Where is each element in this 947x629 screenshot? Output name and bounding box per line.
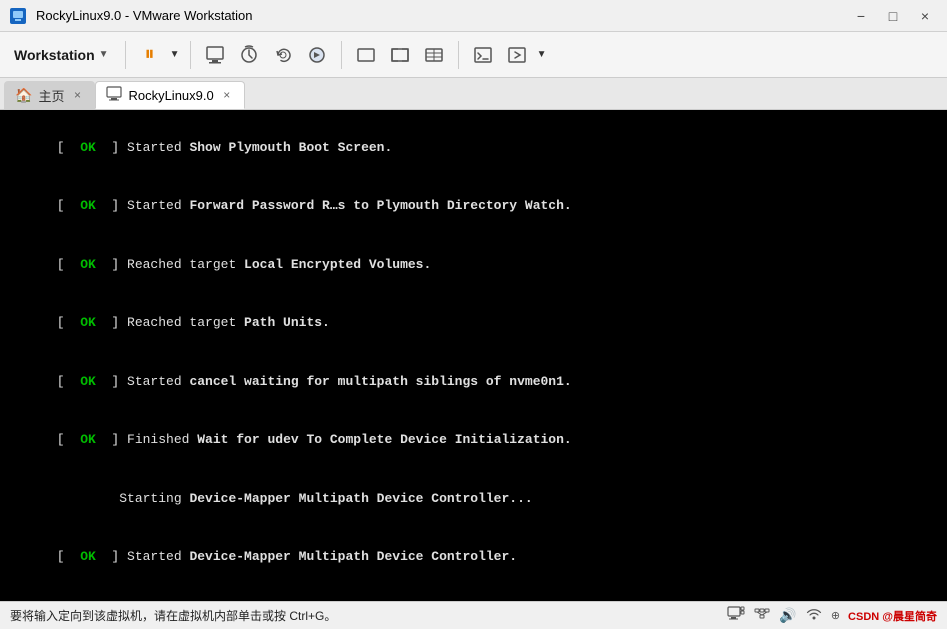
toolbar-separator-3 <box>341 41 342 69</box>
vm-container[interactable]: [ OK ] Started Show Plymouth Boot Screen… <box>0 110 947 601</box>
volume-icon: 🔊 <box>779 607 796 624</box>
vm-settings-button[interactable] <box>199 38 231 72</box>
terminal-button[interactable] <box>467 38 499 72</box>
toolbar-separator-4 <box>458 41 459 69</box>
window-view-button[interactable] <box>350 38 382 72</box>
send-button[interactable] <box>301 38 333 72</box>
snapshot-button[interactable] <box>233 38 265 72</box>
tabs-bar: 🏠 主页 × RockyLinux9.0 × <box>0 78 947 110</box>
vm-controls-group <box>199 38 333 72</box>
terminal-line: [ OK ] Finished Wait for udev To Complet… <box>10 411 937 470</box>
vm-tab-label: RockyLinux9.0 <box>128 88 213 103</box>
revert-button[interactable] <box>267 38 299 72</box>
terminal-line: [ OK ] Reached target Local Encrypted Vo… <box>10 235 937 294</box>
terminal-line: [ OK ] Started cancel waiting for multip… <box>10 352 937 411</box>
terminal-line: [ OK ] Reached target Preparation for Lo… <box>10 586 937 601</box>
pause-group: ⏸ ▼ <box>134 38 182 72</box>
expand-dropdown-button[interactable]: ▼ <box>535 38 549 72</box>
pause-dropdown-button[interactable]: ▼ <box>168 38 182 72</box>
title-bar: RockyLinux9.0 - VMware Workstation − □ × <box>0 0 947 32</box>
dropdown-arrow-icon: ▼ <box>99 49 109 60</box>
toolbar-separator-1 <box>125 41 126 69</box>
workstation-label: Workstation <box>14 47 95 63</box>
home-tab-label: 主页 <box>38 86 64 105</box>
minimize-button[interactable]: − <box>847 6 875 26</box>
vm-tab[interactable]: RockyLinux9.0 × <box>95 81 244 109</box>
home-tab-icon: 🏠 <box>15 87 32 104</box>
vm-tab-close[interactable]: × <box>220 88 234 102</box>
terminal-line: [ OK ] Reached target Path Units. <box>10 294 937 353</box>
terminal-screen[interactable]: [ OK ] Started Show Plymouth Boot Screen… <box>0 110 947 601</box>
view-controls-group <box>350 38 450 72</box>
status-icons: 🔊 ⊕ CSDN @晨星简奇 <box>727 606 937 625</box>
terminal-line: [ OK ] Started Device-Mapper Multipath D… <box>10 528 937 587</box>
terminal-line: [ OK ] Started Show Plymouth Boot Screen… <box>10 118 937 177</box>
status-bar: 要将输入定向到该虚拟机，请在虚拟机内部单击或按 Ctrl+G。 🔊 <box>0 601 947 629</box>
home-tab-close[interactable]: × <box>70 88 84 102</box>
close-button[interactable]: × <box>911 6 939 26</box>
expand-button[interactable] <box>501 38 533 72</box>
csdn-watermark: CSDN @晨星简奇 <box>848 608 937 624</box>
window-title: RockyLinux9.0 - VMware Workstation <box>36 8 847 23</box>
terminal-group: ▼ <box>467 38 549 72</box>
network2-icon <box>805 606 823 625</box>
network-icon <box>753 606 771 625</box>
fullscreen-button[interactable] <box>384 38 416 72</box>
window-controls: − □ × <box>847 6 939 26</box>
pause-button[interactable]: ⏸ <box>134 38 166 72</box>
maximize-button[interactable]: □ <box>879 6 907 26</box>
workstation-menu-button[interactable]: Workstation ▼ <box>6 43 117 67</box>
more-icon: ⊕ <box>831 609 840 622</box>
toolbar: Workstation ▼ ⏸ ▼ <box>0 32 947 78</box>
terminal-line: [ OK ] Started Forward Password R…s to P… <box>10 177 937 236</box>
vm-tab-icon <box>106 86 122 105</box>
unity-button[interactable] <box>418 38 450 72</box>
terminal-line: Starting Device-Mapper Multipath Device … <box>10 469 937 528</box>
workstation-menu-group: Workstation ▼ <box>6 43 117 67</box>
monitor-icon <box>727 606 745 625</box>
toolbar-separator-2 <box>190 41 191 69</box>
status-message: 要将输入定向到该虚拟机，请在虚拟机内部单击或按 Ctrl+G。 <box>10 607 336 624</box>
app-icon <box>8 6 28 26</box>
home-tab[interactable]: 🏠 主页 × <box>4 81 95 109</box>
